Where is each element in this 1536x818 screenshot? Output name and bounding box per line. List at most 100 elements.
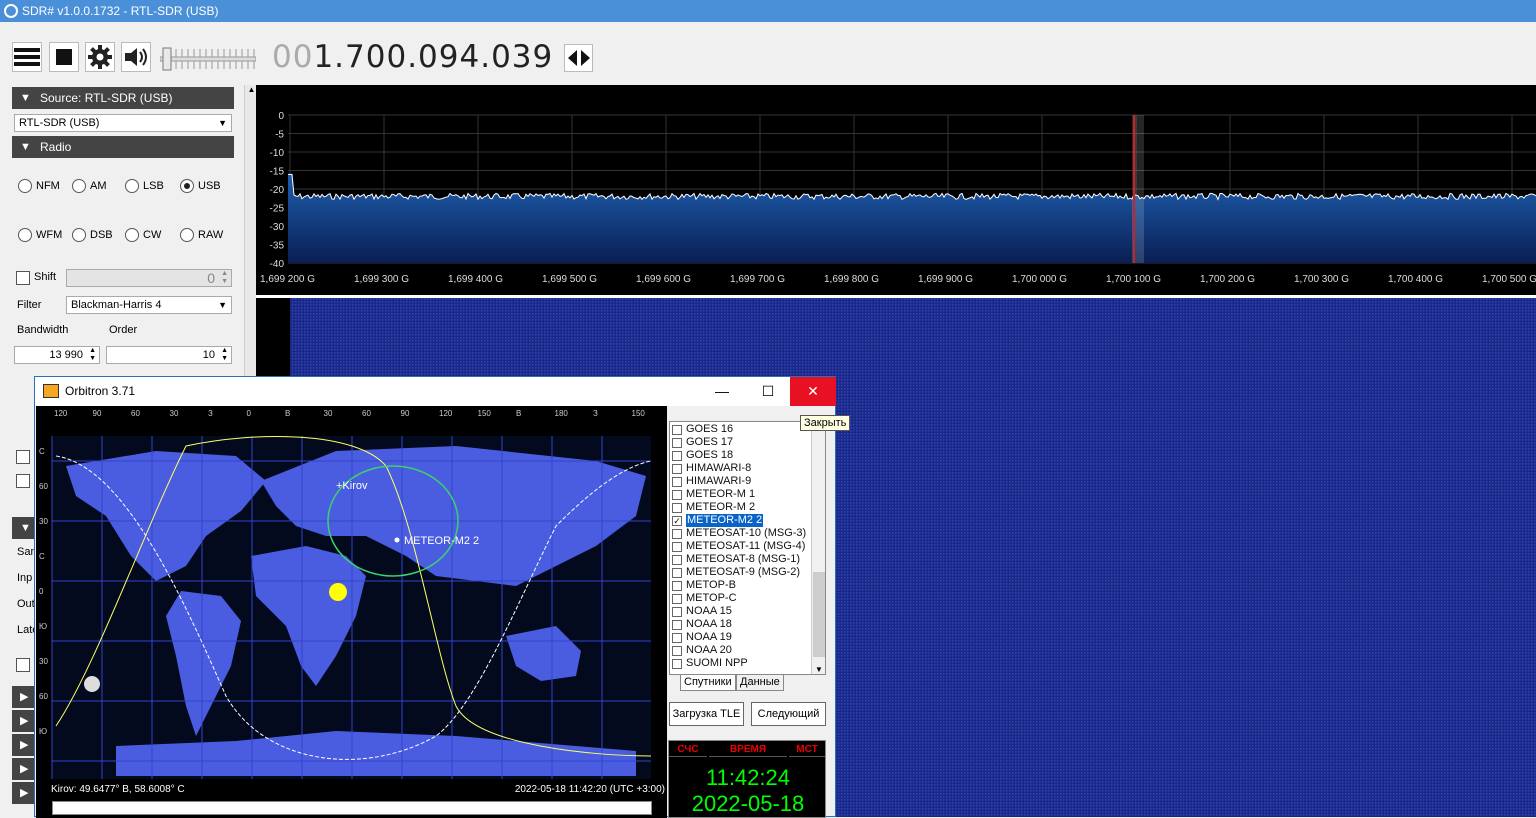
chevron-down-icon: ▼	[218, 300, 227, 310]
satellite-checkbox[interactable]	[672, 502, 682, 513]
maximize-button[interactable]: ☐	[745, 377, 791, 406]
collapse-triangle-icon: ▼	[20, 522, 31, 534]
satellite-checkbox-checked[interactable]: ✓	[672, 515, 682, 526]
satellite-checkbox[interactable]	[672, 528, 682, 539]
satellite-list-item[interactable]: METOP-C	[672, 592, 808, 605]
satellite-list-item[interactable]: HIMAWARI-9	[672, 475, 808, 488]
satellite-checkbox[interactable]	[672, 658, 682, 669]
satellite-checkbox[interactable]	[672, 541, 682, 552]
satellite-checkbox[interactable]	[672, 632, 682, 643]
map-top-scale-label: 30	[324, 409, 333, 418]
bandwidth-label: Bandwidth	[17, 324, 69, 336]
satellite-checkbox[interactable]	[672, 450, 682, 461]
settings-button[interactable]	[85, 42, 115, 72]
satellite-checkbox[interactable]	[672, 580, 682, 591]
radio-section-header[interactable]: ▼ Radio	[12, 136, 234, 158]
satellite-list-item[interactable]: METEOSAT-10 (MSG-3)	[672, 527, 808, 540]
x-tick-label: 1,700 100 G	[1106, 274, 1161, 285]
mode-raw-radio[interactable]: RAW	[180, 228, 223, 242]
satellite-list[interactable]: GOES 16 GOES 17 GOES 18 HIMAWARI-8 HIMAWARI-…	[669, 421, 826, 675]
frequency-value: 1.700.094.039	[313, 39, 554, 75]
close-button[interactable]: ✕	[790, 377, 836, 406]
satellite-checkbox[interactable]	[672, 554, 682, 565]
next-button[interactable]: Следующий	[751, 702, 826, 726]
world-map[interactable]: 120 90 60 30 З 0 В 30 60 90 120 150 В 180 З 150 С 60 30 С 0 Ю…	[36, 406, 667, 818]
map-left-scale-label: 60	[39, 692, 48, 701]
satellite-list-item[interactable]: NOAA 18	[672, 618, 808, 631]
tab-data[interactable]: Данные	[736, 675, 784, 691]
satellite-list-scrollbar[interactable]: ▲ ▼	[811, 422, 825, 674]
stop-button[interactable]	[49, 42, 79, 72]
minimize-button[interactable]: —	[699, 377, 745, 406]
option-checkbox[interactable]	[16, 474, 30, 488]
speaker-icon	[125, 48, 147, 66]
satellite-checkbox[interactable]	[672, 645, 682, 656]
satellite-checkbox[interactable]	[672, 424, 682, 435]
tuning-arrows-button[interactable]	[564, 44, 593, 72]
satellite-list-item[interactable]: GOES 18	[672, 449, 808, 462]
satellite-list-item[interactable]: METEOSAT-8 (MSG-1)	[672, 553, 808, 566]
satellite-list-item[interactable]: GOES 17	[672, 436, 808, 449]
shift-checkbox[interactable]	[16, 271, 30, 285]
collapse-triangle-icon: ▼	[20, 92, 31, 104]
tab-satellites[interactable]: Спутники	[680, 675, 736, 691]
satellite-list-item[interactable]: HIMAWARI-8	[672, 462, 808, 475]
spectrum-analyzer[interactable]: 1,699 200 G 1,699 300 G 1,699 400 G 1,699 5…	[256, 85, 1536, 295]
shift-stepper[interactable]: 0 ▲ ▼	[66, 269, 232, 287]
mode-nfm-radio[interactable]: NFM	[18, 179, 60, 193]
bandwidth-stepper[interactable]: 13 990 ▲ ▼	[14, 346, 100, 364]
source-device-select[interactable]: RTL-SDR (USB) ▼	[14, 114, 232, 132]
filter-label: Filter	[17, 299, 42, 311]
option-checkbox[interactable]	[16, 658, 30, 672]
satellite-list-item[interactable]: SUOMI NPP	[672, 657, 808, 670]
mode-label: CW	[143, 229, 162, 241]
satellite-list-item[interactable]: GOES 16	[672, 423, 808, 436]
mode-wfm-radio[interactable]: WFM	[18, 228, 62, 242]
volume-slider[interactable]	[159, 44, 257, 74]
mode-am-radio[interactable]: AM	[72, 179, 107, 193]
mode-dsb-radio[interactable]: DSB	[72, 228, 113, 242]
satellite-list-item[interactable]: METEOR-M 2	[672, 501, 808, 514]
satellite-checkbox[interactable]	[672, 476, 682, 487]
map-top-scale-label: 0	[247, 409, 252, 418]
satellite-list-item[interactable]: NOAA 20	[672, 644, 808, 657]
option-checkbox[interactable]	[16, 450, 30, 464]
order-stepper[interactable]: 10 ▲ ▼	[106, 346, 232, 364]
map-top-scale-label: 120	[439, 409, 453, 418]
y-tick-label: -35	[270, 241, 285, 252]
map-top-scale-label: З	[593, 409, 598, 418]
satellite-checkbox[interactable]	[672, 619, 682, 630]
shift-label: Shift	[34, 271, 57, 283]
menu-button[interactable]	[12, 42, 42, 72]
satellite-list-item[interactable]: METEOSAT-9 (MSG-2)	[672, 566, 808, 579]
world-map-plot: 120 90 60 30 З 0 В 30 60 90 120 150 В 180 З 150 С 60 30 С 0 Ю…	[39, 409, 652, 779]
satellite-list-item[interactable]: METOP-B	[672, 579, 808, 592]
order-value: 10	[202, 349, 215, 361]
satellite-list-item[interactable]: METEOSAT-11 (MSG-4)	[672, 540, 808, 553]
satellite-list-item[interactable]: NOAA 15	[672, 605, 808, 618]
filter-select[interactable]: Blackman-Harris 4 ▼	[66, 296, 232, 314]
satellite-checkbox[interactable]	[672, 489, 682, 500]
source-section-header[interactable]: ▼ Source: RTL-SDR (USB)	[12, 87, 234, 109]
satellite-checkbox[interactable]	[672, 593, 682, 604]
scroll-thumb[interactable]	[813, 572, 825, 657]
satellite-list-item[interactable]: NOAA 19	[672, 631, 808, 644]
mode-label: NFM	[36, 180, 60, 192]
sun-icon	[329, 583, 347, 601]
mute-button[interactable]	[121, 42, 151, 72]
mode-lsb-radio[interactable]: LSB	[125, 179, 164, 193]
satellite-checkbox[interactable]	[672, 567, 682, 578]
satellite-checkbox[interactable]	[672, 606, 682, 617]
map-left-scale-label: 0	[39, 587, 44, 596]
frequency-display[interactable]: 001.700.094.039	[272, 39, 553, 75]
satellite-checkbox[interactable]	[672, 463, 682, 474]
mode-cw-radio[interactable]: CW	[125, 228, 161, 242]
satellite-name: METEOSAT-8 (MSG-1)	[686, 553, 801, 565]
satellite-checkbox[interactable]	[672, 437, 682, 448]
satellite-list-item[interactable]: ✓ METEOR-M2 2	[672, 514, 808, 527]
load-tle-button[interactable]: Загрузка TLE	[669, 702, 744, 726]
sdr-title-text: SDR# v1.0.0.1732 - RTL-SDR (USB)	[22, 4, 219, 18]
mode-usb-radio[interactable]: USB	[180, 179, 221, 193]
satellite-list-item[interactable]: METEOR-M 1	[672, 488, 808, 501]
orbitron-title-bar[interactable]: Orbitron 3.71 — ☐ ✕	[35, 377, 836, 406]
